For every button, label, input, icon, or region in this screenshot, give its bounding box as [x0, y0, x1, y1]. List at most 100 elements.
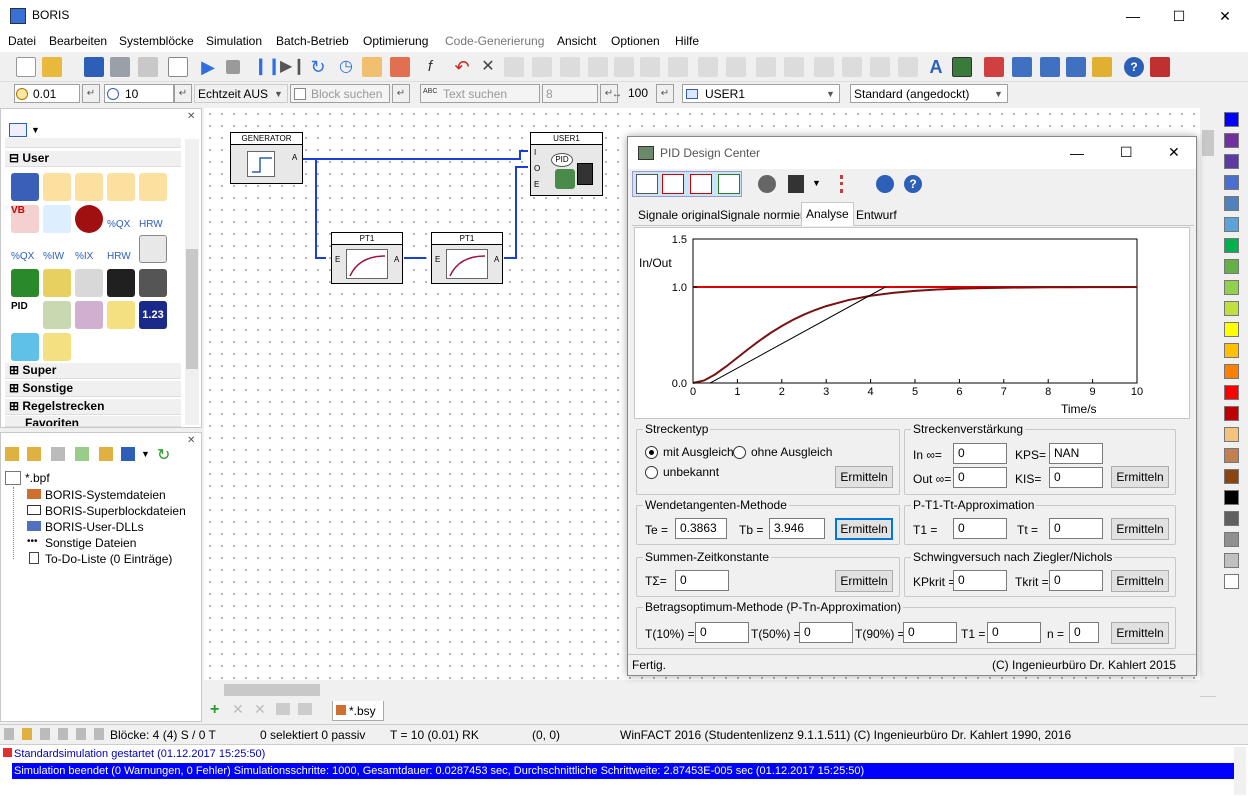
open-folder-icon[interactable] — [42, 57, 62, 77]
align-left-icon[interactable] — [814, 57, 834, 77]
chart-tool-icon-2[interactable] — [662, 174, 684, 194]
text-search-count-select[interactable]: 8 — [542, 84, 598, 103]
hrw2-icon[interactable]: HRW — [107, 237, 135, 265]
library-section-partial[interactable] — [5, 138, 181, 148]
hand-icon[interactable] — [362, 57, 382, 77]
generator-block[interactable]: GENERATOR A — [230, 132, 303, 184]
color-swatch[interactable] — [1224, 448, 1239, 463]
tab-paste-icon[interactable] — [298, 703, 312, 715]
menu-simulation[interactable]: Simulation — [206, 34, 262, 48]
calc-tool-icon[interactable] — [788, 175, 804, 193]
slider-icon[interactable] — [75, 269, 103, 297]
menu-optimierung[interactable]: Optimierung — [363, 34, 428, 48]
calculator-icon[interactable] — [139, 269, 167, 297]
sync-icon[interactable]: ↻ — [157, 445, 170, 465]
qx2-icon[interactable]: %QX — [11, 237, 39, 265]
align-icon[interactable] — [588, 57, 608, 77]
text-icon[interactable]: A — [926, 57, 946, 77]
tree-item-superblock[interactable]: BORIS-Superblockdateien — [45, 504, 186, 518]
kps-input[interactable]: NAN — [1049, 443, 1103, 464]
tree-item-sonstige[interactable]: Sonstige Dateien — [45, 536, 136, 550]
superblock-icon[interactable] — [756, 57, 776, 77]
image-icon[interactable] — [168, 57, 188, 77]
radio-ohne-ausgleich[interactable] — [733, 446, 746, 459]
t50-input[interactable]: 0 — [799, 622, 853, 643]
tree-item-dlls[interactable]: BORIS-User-DLLs — [45, 520, 144, 534]
close-all-icon[interactable]: ✕ — [254, 701, 266, 718]
menu-optionen[interactable]: Optionen — [611, 34, 660, 48]
apply-step-button[interactable]: ↵ — [82, 84, 100, 103]
t10-input[interactable]: 0 — [695, 622, 749, 643]
ungroup-icon[interactable] — [726, 57, 746, 77]
list-icon[interactable] — [840, 175, 856, 193]
picture-icon[interactable] — [952, 57, 972, 77]
counter-icon[interactable] — [107, 269, 135, 297]
color-swatch[interactable] — [1224, 112, 1239, 127]
t1-input[interactable]: 0 — [953, 518, 1007, 539]
color-swatch[interactable] — [1224, 133, 1239, 148]
open-project-icon[interactable] — [27, 447, 41, 461]
color-swatch[interactable] — [1224, 574, 1239, 589]
pt1-block-2[interactable]: PT1 E A — [431, 232, 503, 284]
print-icon[interactable] — [110, 57, 130, 77]
help-icon[interactable]: ? — [904, 175, 922, 193]
color-swatch[interactable] — [1224, 238, 1239, 253]
play-icon[interactable]: ▶ — [198, 57, 218, 77]
opc-out-icon[interactable] — [107, 173, 135, 201]
save-icon[interactable] — [84, 57, 104, 77]
color-swatch[interactable] — [1224, 259, 1239, 274]
window-icon[interactable] — [1040, 57, 1060, 77]
kpkrit-input[interactable]: 0 — [953, 570, 1007, 591]
apply-zoom-button[interactable]: ↵ — [656, 84, 674, 103]
radio-unbekannt[interactable] — [645, 466, 658, 479]
ix-icon[interactable]: %IX — [75, 237, 103, 265]
align-center-icon[interactable] — [842, 57, 862, 77]
mirror-v-icon[interactable] — [532, 57, 552, 77]
exit-icon[interactable] — [1150, 57, 1170, 77]
color-swatch[interactable] — [1224, 175, 1239, 190]
function-icon[interactable]: f — [420, 57, 440, 77]
folder-project-icon[interactable] — [99, 447, 113, 461]
new-file-icon[interactable] — [16, 57, 36, 77]
chart-tool-icon-1[interactable] — [636, 174, 658, 194]
front-icon[interactable] — [984, 57, 1004, 77]
color-swatch[interactable] — [1224, 385, 1239, 400]
delete-icon[interactable]: ✕ — [478, 57, 498, 77]
panel-close-icon[interactable]: ✕ — [187, 111, 195, 122]
spring-icon[interactable] — [43, 301, 71, 329]
mirror-h-icon[interactable] — [504, 57, 524, 77]
block-select[interactable]: USER1 — [682, 84, 840, 103]
search-block-icon[interactable] — [43, 205, 71, 233]
tkrit-input[interactable]: 0 — [1049, 570, 1103, 591]
route-icon[interactable] — [640, 57, 660, 77]
library-section-favoriten[interactable]: Favoriten — [5, 416, 181, 427]
project-root[interactable]: *.bpf — [25, 471, 50, 485]
save-project-icon[interactable] — [121, 447, 135, 461]
opc-in-icon[interactable] — [75, 173, 103, 201]
grid-icon[interactable] — [898, 57, 918, 77]
tools-project-icon[interactable] — [75, 447, 89, 461]
n-input[interactable]: 0 — [1069, 622, 1099, 643]
ermitteln-wendetangente-button[interactable]: Ermitteln — [835, 518, 893, 540]
kis-input[interactable]: 0 — [1049, 467, 1103, 488]
t90-input[interactable]: 0 — [903, 622, 957, 643]
tree-icon[interactable] — [784, 57, 804, 77]
ermitteln-summen-button[interactable]: Ermitteln — [835, 570, 893, 592]
qx-icon[interactable]: %QX — [107, 205, 135, 233]
record-icon[interactable] — [75, 205, 103, 233]
ermitteln-ziegler-button[interactable]: Ermitteln — [1111, 570, 1169, 592]
menu-batch[interactable]: Batch-Betrieb — [276, 34, 349, 48]
color-swatch[interactable] — [1224, 532, 1239, 547]
pid-maximize-icon[interactable]: ☐ — [1120, 144, 1133, 161]
pt1-block-1[interactable]: PT1 E A — [331, 232, 403, 284]
color-swatch[interactable] — [1224, 280, 1239, 295]
back-icon[interactable] — [1012, 57, 1032, 77]
block-search-go-button[interactable]: ↵ — [392, 84, 410, 103]
lock-icon[interactable] — [1092, 57, 1112, 77]
library-section-super[interactable]: ⊞ Super — [5, 363, 181, 379]
in-inf-input[interactable]: 0 — [953, 443, 1007, 464]
display-icon[interactable] — [11, 269, 39, 297]
menu-systembloecke[interactable]: Systemblöcke — [119, 34, 194, 48]
library-menu-icon[interactable] — [9, 123, 27, 137]
menu-bearbeiten[interactable]: Bearbeiten — [49, 34, 107, 48]
